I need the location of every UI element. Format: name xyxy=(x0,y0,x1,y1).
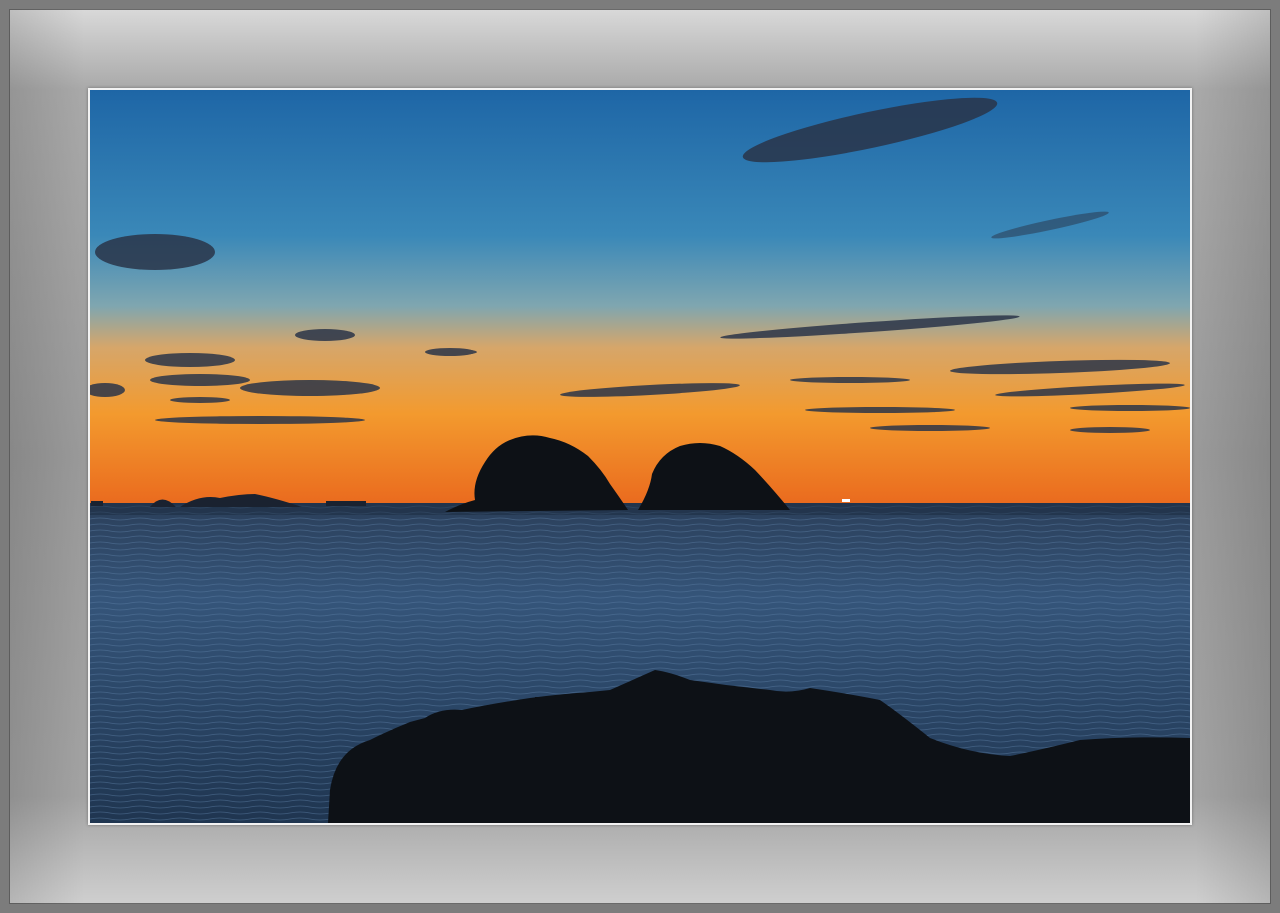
island-silhouette xyxy=(326,501,366,506)
sunset-photo xyxy=(90,90,1190,823)
cloud-streak xyxy=(155,416,365,424)
cloud-streak xyxy=(433,349,477,355)
cloud-streak xyxy=(1070,427,1150,433)
cloud-streak xyxy=(150,374,250,386)
sky xyxy=(90,90,1190,505)
sunset-scene xyxy=(90,90,1190,823)
cloud-streak xyxy=(790,377,910,383)
cloud-streak xyxy=(1070,405,1190,411)
island-silhouette xyxy=(91,501,103,506)
rock-silhouette xyxy=(535,697,541,715)
cloud-streak xyxy=(870,425,990,431)
cloud-streak xyxy=(170,397,230,403)
cloud-streak xyxy=(295,329,355,341)
cloud-streak xyxy=(240,380,380,396)
cloud-streak xyxy=(95,234,215,270)
cloud-streak xyxy=(145,353,235,367)
cloud-streak xyxy=(805,407,955,413)
distant-light xyxy=(842,499,850,502)
